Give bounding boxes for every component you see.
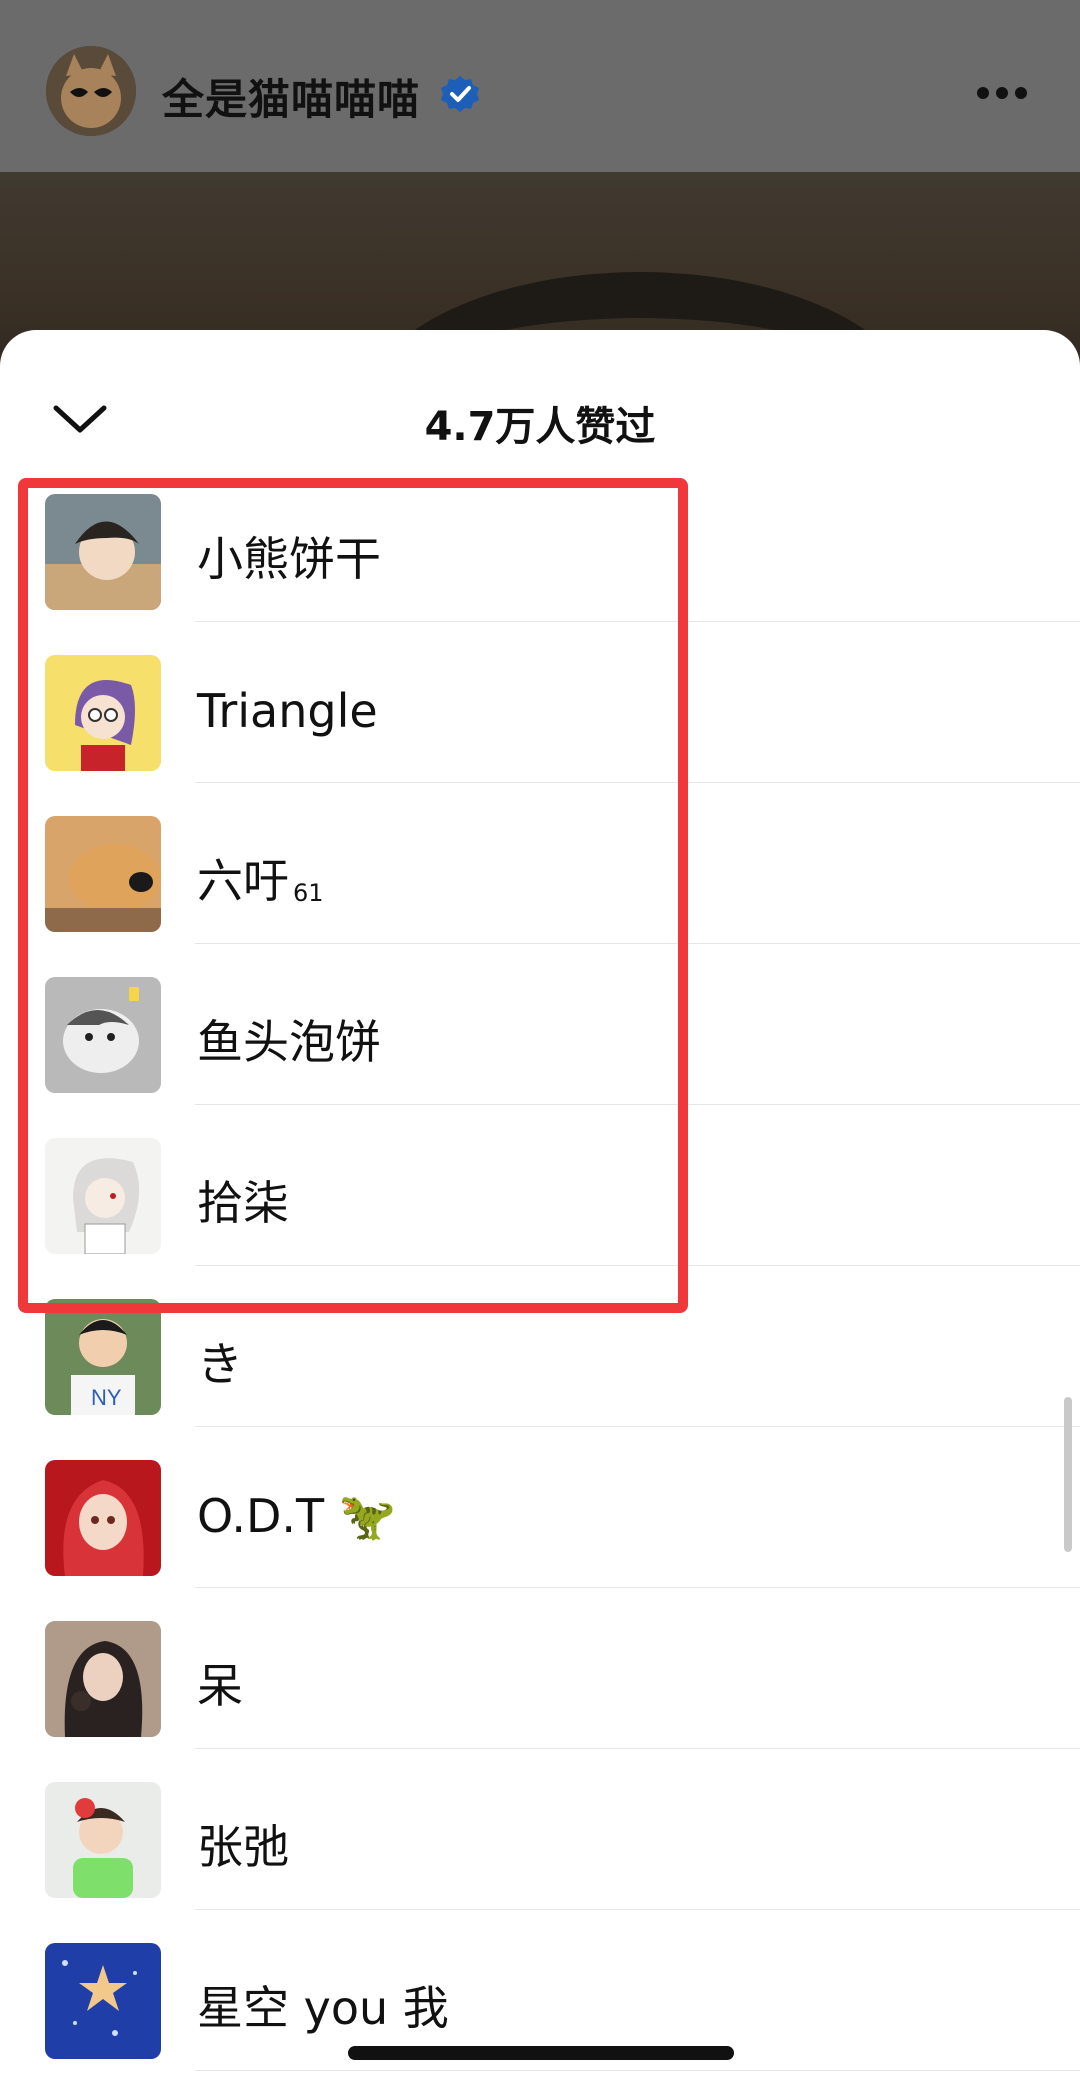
liker-name: 张弛 bbox=[197, 1820, 289, 1874]
liker-name: 呆 bbox=[197, 1659, 243, 1713]
liker-name: 六吁 bbox=[197, 854, 289, 908]
liker-name: 鱼头泡饼 bbox=[197, 1015, 381, 1069]
liker-name: 星空 you 我 bbox=[197, 1981, 449, 2035]
likes-sheet: 4.7万人赞过 小熊饼干 Triangle 六吁 61 鱼头泡饼 拾柒 NY き… bbox=[0, 330, 1080, 2085]
list-item[interactable]: 呆 bbox=[0, 1588, 1080, 1749]
liker-name: き bbox=[197, 1337, 243, 1391]
avatar[interactable] bbox=[45, 655, 161, 771]
author-avatar[interactable] bbox=[46, 46, 136, 136]
liker-name: O.D.T 🦖 bbox=[197, 1489, 397, 1543]
liker-name: 小熊饼干 bbox=[197, 532, 381, 586]
liker-name-suffix: 61 bbox=[293, 879, 324, 907]
scrollbar[interactable] bbox=[1064, 1397, 1072, 1552]
list-item[interactable]: O.D.T 🦖 bbox=[0, 1427, 1080, 1588]
author-name[interactable]: 全是猫喵喵喵 bbox=[162, 66, 420, 127]
list-item[interactable]: 鱼头泡饼 bbox=[0, 944, 1080, 1105]
more-horizontal-icon[interactable] bbox=[976, 86, 1028, 100]
verified-badge-icon bbox=[441, 76, 479, 112]
list-item[interactable]: 张弛 bbox=[0, 1749, 1080, 1910]
home-indicator[interactable] bbox=[348, 2046, 734, 2060]
list-item[interactable]: Triangle bbox=[0, 622, 1080, 783]
avatar[interactable] bbox=[45, 1621, 161, 1737]
avatar[interactable] bbox=[45, 1138, 161, 1254]
divider bbox=[195, 2070, 1080, 2071]
avatar[interactable] bbox=[45, 1782, 161, 1898]
likers-list: 小熊饼干 Triangle 六吁 61 鱼头泡饼 拾柒 NY き O.D.T 🦖… bbox=[0, 461, 1080, 2071]
list-item[interactable]: 拾柒 bbox=[0, 1105, 1080, 1266]
avatar[interactable] bbox=[45, 816, 161, 932]
avatar[interactable] bbox=[45, 1460, 161, 1576]
svg-text:NY: NY bbox=[91, 1385, 122, 1410]
avatar[interactable] bbox=[45, 494, 161, 610]
liker-name: 拾柒 bbox=[197, 1176, 289, 1230]
avatar[interactable] bbox=[45, 977, 161, 1093]
sheet-header: 4.7万人赞过 bbox=[0, 330, 1080, 450]
list-item[interactable]: 六吁 61 bbox=[0, 783, 1080, 944]
video-author-bar: 全是猫喵喵喵 bbox=[0, 0, 1080, 172]
avatar[interactable]: NY bbox=[45, 1299, 161, 1415]
likes-count-title: 4.7万人赞过 bbox=[424, 404, 656, 450]
avatar[interactable] bbox=[45, 1943, 161, 2059]
liker-name: Triangle bbox=[197, 684, 378, 738]
list-item[interactable]: 小熊饼干 bbox=[0, 461, 1080, 622]
list-item[interactable]: NY き bbox=[0, 1266, 1080, 1427]
